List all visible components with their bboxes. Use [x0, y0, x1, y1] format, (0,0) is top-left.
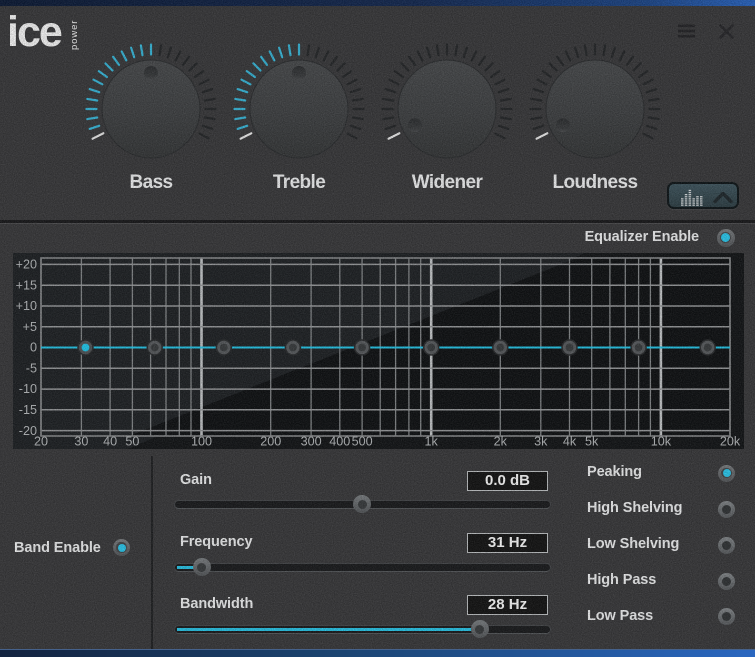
svg-text:+5: +5: [23, 320, 37, 334]
svg-text:-5: -5: [26, 362, 37, 376]
svg-text:400: 400: [329, 435, 350, 449]
svg-text:30: 30: [74, 435, 88, 449]
svg-text:500: 500: [352, 435, 373, 449]
svg-text:5k: 5k: [585, 435, 599, 449]
svg-text:20: 20: [34, 435, 48, 449]
svg-text:-10: -10: [19, 382, 37, 396]
svg-text:1k: 1k: [425, 435, 439, 449]
svg-text:300: 300: [301, 435, 322, 449]
svg-text:0: 0: [30, 341, 37, 355]
svg-text:+20: +20: [16, 258, 37, 272]
svg-text:20k: 20k: [720, 435, 741, 449]
svg-text:-15: -15: [19, 403, 37, 417]
svg-text:+10: +10: [16, 299, 37, 313]
svg-text:100: 100: [191, 435, 212, 449]
svg-text:+15: +15: [16, 278, 37, 292]
svg-text:4k: 4k: [563, 435, 577, 449]
svg-text:3k: 3k: [534, 435, 548, 449]
svg-text:40: 40: [103, 435, 117, 449]
svg-text:200: 200: [260, 435, 281, 449]
svg-text:50: 50: [125, 435, 139, 449]
svg-text:10k: 10k: [651, 435, 672, 449]
svg-text:2k: 2k: [494, 435, 508, 449]
